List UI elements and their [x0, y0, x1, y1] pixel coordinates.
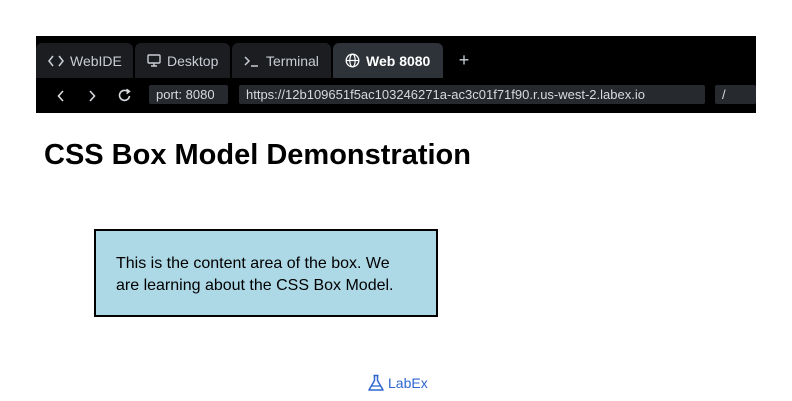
tab-web-8080[interactable]: Web 8080: [333, 43, 443, 78]
forward-button[interactable]: [80, 78, 104, 113]
tab-webide[interactable]: WebIDE: [36, 43, 133, 78]
port-label: port: 8080: [149, 85, 228, 104]
reload-button[interactable]: [112, 78, 136, 113]
url-field[interactable]: https://12b109651f5ac103246271a-ac3c01f7…: [239, 85, 705, 104]
reload-icon: [118, 88, 131, 102]
page-title: CSS Box Model Demonstration: [44, 139, 471, 171]
tab-terminal[interactable]: Terminal: [232, 43, 331, 78]
code-icon: [48, 55, 64, 67]
desktop-icon: [147, 54, 161, 67]
chevron-right-icon: [89, 89, 96, 102]
flask-icon: [368, 374, 384, 391]
content-box: This is the content area of the box. We …: [94, 229, 438, 317]
path-field[interactable]: /: [715, 85, 756, 104]
terminal-icon: [244, 55, 260, 67]
back-button[interactable]: [49, 78, 73, 113]
chevron-left-icon: [57, 89, 64, 102]
tab-label: Web 8080: [366, 52, 431, 69]
browser-chrome: WebIDE Desktop Terminal Web 8080 + port:…: [36, 36, 756, 113]
new-tab-button[interactable]: +: [453, 43, 475, 78]
labex-logo[interactable]: LabEx: [367, 374, 428, 392]
tab-desktop[interactable]: Desktop: [135, 43, 230, 78]
tab-label: Desktop: [167, 52, 219, 69]
brand-label: LabEx: [388, 375, 428, 391]
tab-label: Terminal: [266, 52, 319, 69]
tab-label: WebIDE: [70, 52, 122, 69]
tab-bar: WebIDE Desktop Terminal Web 8080 +: [36, 43, 756, 78]
globe-icon: [345, 53, 360, 68]
